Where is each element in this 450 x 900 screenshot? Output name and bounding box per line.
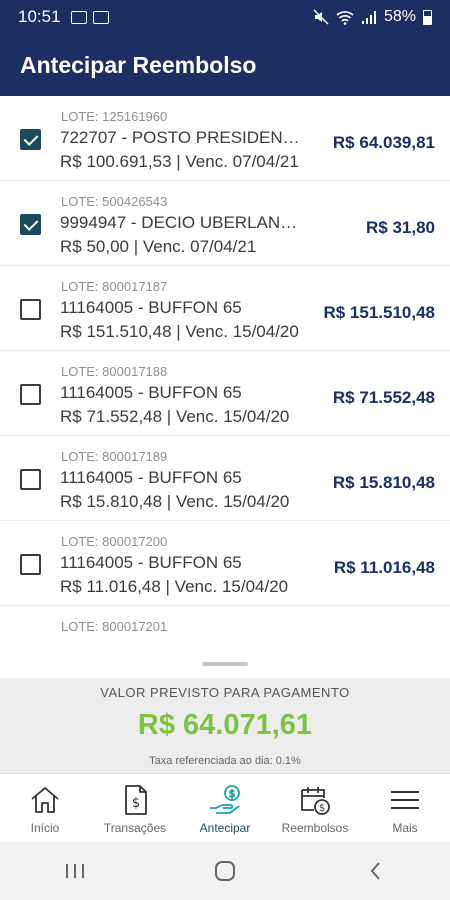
nav-inicio[interactable]: Início	[0, 774, 90, 842]
battery-icon	[423, 9, 432, 25]
page-title: Antecipar Reembolso	[20, 51, 257, 78]
system-navigation-bar	[0, 842, 450, 900]
item-name: 11164005 - BUFFON 65	[60, 298, 242, 317]
hand-money-icon: $	[208, 784, 242, 816]
item-checkbox[interactable]	[20, 214, 41, 235]
lote-label: LOTE: 125161960	[61, 109, 168, 124]
drag-handle[interactable]	[202, 662, 248, 666]
nav-label: Mais	[392, 821, 418, 835]
item-amount: R$ 11.016,48	[333, 558, 435, 577]
lote-label: LOTE: 500426543	[61, 194, 168, 209]
payment-summary: VALOR PREVISTO PARA PAGAMENTO R$ 64.071,…	[0, 678, 450, 773]
calendar-money-icon: $	[298, 784, 332, 816]
item-detail: R$ 151.510,48 | Venc. 15/04/20	[60, 322, 299, 341]
item-amount: R$ 31,80	[366, 218, 435, 237]
item-detail: R$ 11.016,48 | Venc. 15/04/20	[60, 577, 289, 596]
status-bar: 10:51 58%	[0, 0, 450, 34]
lote-label: LOTE: 800017189	[61, 449, 168, 464]
nav-label: Transações	[103, 821, 167, 835]
lote-label: LOTE: 800017188	[61, 364, 168, 379]
summary-rate: Taxa referenciada ao dia: 0.1%	[149, 755, 301, 767]
recent-apps-button[interactable]	[55, 856, 95, 886]
item-detail: R$ 15.810,48 | Venc. 15/04/20	[60, 492, 290, 511]
list-item[interactable]: LOTE: 500426543 9994947 - DECIO UBERLAND…	[0, 181, 450, 266]
lote-label: LOTE: 800017200	[61, 534, 168, 549]
list-item[interactable]: LOTE: 800017189 11164005 - BUFFON 65 R$ …	[0, 436, 450, 521]
list-item[interactable]: LOTE: 800017188 11164005 - BUFFON 65 R$ …	[0, 351, 450, 436]
list-item[interactable]: LOTE: 800017187 11164005 - BUFFON 65 R$ …	[0, 266, 450, 351]
back-button[interactable]	[355, 856, 395, 886]
item-checkbox[interactable]	[20, 469, 41, 490]
app-bar: Antecipar Reembolso	[0, 34, 450, 96]
svg-text:$: $	[229, 789, 235, 800]
menu-icon	[388, 784, 422, 816]
nav-label: Reembolsos	[281, 821, 349, 835]
home-icon	[28, 784, 62, 816]
item-checkbox[interactable]	[20, 554, 41, 575]
status-time: 10:51	[18, 7, 61, 26]
item-name: 9994947 - DECIO UBERLANDIA	[60, 213, 300, 232]
nav-mais[interactable]: Mais	[360, 774, 450, 842]
item-name: 11164005 - BUFFON 65	[60, 383, 242, 402]
back-icon	[370, 862, 380, 880]
item-checkbox[interactable]	[20, 129, 41, 150]
item-detail: R$ 71.552,48 | Venc. 15/04/20	[60, 407, 290, 426]
nav-transacoes[interactable]: $ Transações	[90, 774, 180, 842]
wifi-icon	[336, 10, 354, 25]
nav-label: Antecipar	[199, 821, 251, 835]
summary-label: VALOR PREVISTO PARA PAGAMENTO	[100, 685, 350, 700]
lote-label: LOTE: 800017201	[61, 619, 168, 634]
list-item[interactable]: LOTE: 125161960 722707 - POSTO PRESIDENT…	[0, 96, 450, 181]
gallery-notification-icon	[70, 10, 87, 24]
item-amount: R$ 151.510,48	[323, 303, 435, 322]
item-amount: R$ 64.039,81	[332, 133, 435, 152]
item-detail: R$ 100.691,53 | Venc. 07/04/21	[60, 152, 299, 171]
item-name: 722707 - POSTO PRESIDENTE	[60, 128, 300, 147]
item-name: 11164005 - BUFFON 65	[60, 468, 242, 487]
nav-reembolsos[interactable]: $ Reembolsos	[270, 774, 360, 842]
list-item[interactable]: LOTE: 800017200 11164005 - BUFFON 65 R$ …	[0, 521, 450, 606]
mute-icon	[313, 9, 329, 25]
home-button[interactable]	[205, 856, 245, 886]
item-amount: R$ 15.810,48	[332, 473, 435, 492]
recent-apps-icon	[66, 864, 84, 878]
nav-antecipar[interactable]: $ Antecipar	[180, 774, 270, 842]
lote-label: LOTE: 800017187	[61, 279, 168, 294]
item-name: 11164005 - BUFFON 65	[60, 553, 242, 572]
list-item[interactable]: LOTE: 800017201	[0, 606, 450, 644]
item-amount: R$ 71.552,48	[332, 388, 435, 407]
svg-text:$: $	[132, 796, 140, 811]
item-checkbox[interactable]	[20, 384, 41, 405]
reimbursement-list[interactable]: LOTE: 125161960 722707 - POSTO PRESIDENT…	[0, 96, 450, 644]
nav-label: Início	[30, 821, 60, 835]
bottom-navigation: Início $ Transações $ Antecipar $ Reembo…	[0, 773, 450, 842]
svg-text:$: $	[319, 803, 325, 814]
item-detail: R$ 50,00 | Venc. 07/04/21	[60, 237, 257, 256]
receipt-icon: $	[118, 784, 152, 816]
signal-icon	[361, 10, 376, 24]
summary-value: R$ 64.071,61	[137, 709, 313, 741]
item-checkbox[interactable]	[20, 299, 41, 320]
image-notification-icon	[92, 10, 109, 24]
battery-percent: 58%	[383, 8, 416, 25]
home-circle-icon	[215, 861, 235, 881]
